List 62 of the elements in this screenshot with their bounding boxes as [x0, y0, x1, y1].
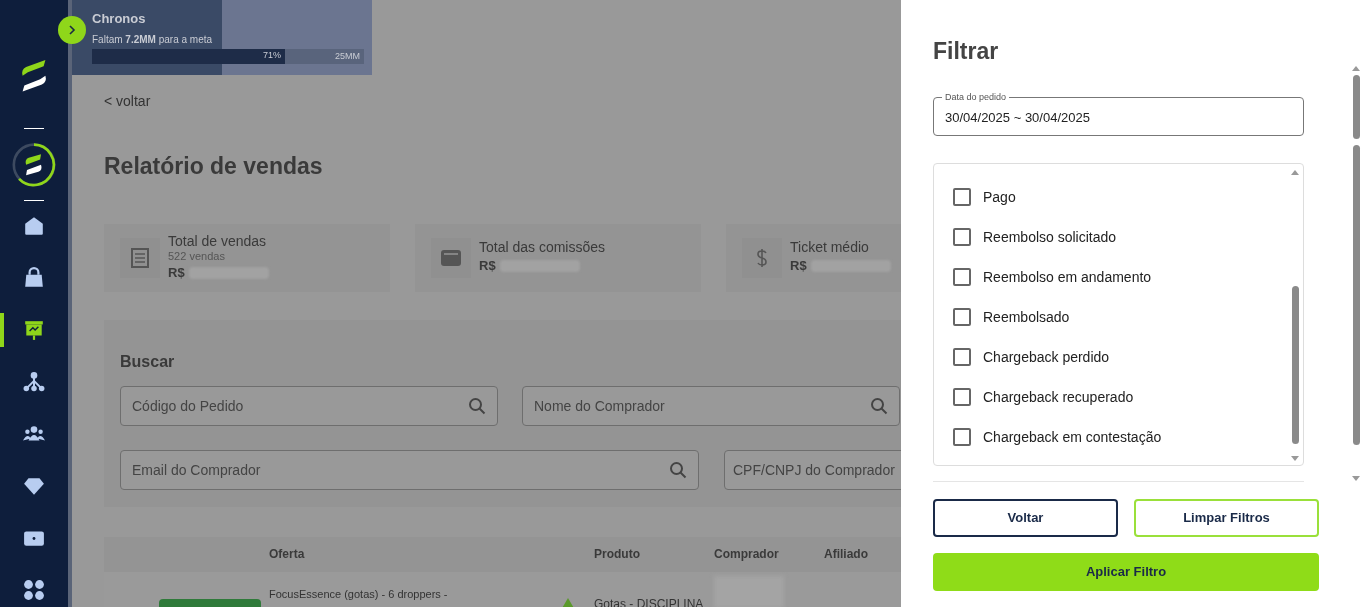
checkbox[interactable] — [953, 388, 971, 406]
product-text: Gotas - DISCIPLINA — [594, 595, 704, 607]
search-icon[interactable] — [468, 396, 486, 415]
column-header: Oferta — [269, 546, 306, 563]
network-icon — [23, 371, 45, 393]
checkbox[interactable] — [953, 348, 971, 366]
search-field[interactable]: Nome do Comprador — [522, 385, 900, 426]
search-title: Buscar — [120, 351, 175, 372]
field-value: 30/04/2025 ~ 30/04/2025 — [945, 108, 1090, 127]
option-label: Pago — [983, 187, 1016, 207]
currency-label: R$ — [479, 257, 496, 276]
bag-icon — [23, 267, 45, 289]
scroll-down-icon[interactable] — [1352, 476, 1360, 481]
search-field[interactable]: Email do Comprador — [120, 449, 699, 490]
checkbox[interactable] — [953, 428, 971, 446]
scroll-up-icon[interactable] — [1291, 170, 1299, 175]
search-icon[interactable] — [669, 460, 687, 479]
option-label: Chargeback perdido — [983, 347, 1110, 367]
checkbox[interactable] — [953, 188, 971, 206]
field-label: Data do pedido — [942, 91, 1010, 105]
option-label: Reembolso solicitado — [983, 227, 1117, 247]
drawer-title: Filtrar — [933, 37, 999, 66]
offer-text: FocusEssence (gotas) - 6 droppers - — [269, 586, 448, 602]
diamond-icon — [23, 475, 45, 497]
option-label: Reembolsado — [983, 307, 1070, 327]
search-field[interactable]: Código do Pedido — [120, 385, 498, 426]
scrollbar-thumb[interactable] — [1352, 75, 1360, 139]
option-label: Reembolso em andamento — [983, 267, 1152, 287]
column-header: Produto — [594, 546, 641, 563]
scroll-up-icon[interactable] — [1352, 66, 1360, 71]
dollar-icon — [756, 247, 768, 268]
apps-icon — [23, 579, 45, 601]
page-title: Relatório de vendas — [104, 152, 323, 181]
banner-subtitle: Faltam 7.2MM para a meta — [92, 32, 214, 47]
product-icon — [561, 597, 575, 607]
document-icon — [131, 247, 149, 268]
checkbox[interactable] — [953, 308, 971, 326]
column-header: Afiliado — [824, 546, 868, 563]
column-header: Comprador — [714, 546, 780, 563]
currency-label: R$ — [168, 263, 185, 282]
progress-percent: 71% — [263, 49, 282, 63]
stat-title: Total das comissões — [479, 239, 606, 257]
apply-button[interactable]: Aplicar Filtro — [933, 553, 1319, 591]
chart-board-icon — [23, 319, 45, 341]
checkbox[interactable] — [953, 268, 971, 286]
wallet-icon — [441, 248, 461, 267]
search-icon[interactable] — [870, 396, 888, 415]
option-label: Chargeback em contestação — [983, 427, 1162, 447]
option-label: Chargeback recuperado — [983, 387, 1134, 407]
clear-filters-button[interactable]: Limpar Filtros — [1134, 499, 1319, 537]
house-icon — [23, 215, 45, 237]
currency-label: R$ — [790, 257, 807, 276]
stat-title: Ticket médio — [790, 239, 870, 257]
stat-subtitle: 522 vendas — [168, 249, 226, 263]
chevron-right-icon — [67, 25, 77, 35]
back-button[interactable]: Voltar — [933, 499, 1118, 537]
banner-title: Chronos — [92, 10, 147, 28]
scrollbar-thumb[interactable] — [1291, 286, 1299, 444]
checkbox[interactable] — [953, 228, 971, 246]
scroll-down-icon[interactable] — [1291, 456, 1299, 461]
stat-title: Total de vendas — [168, 232, 268, 250]
goal-amount: 25MM — [335, 49, 361, 63]
